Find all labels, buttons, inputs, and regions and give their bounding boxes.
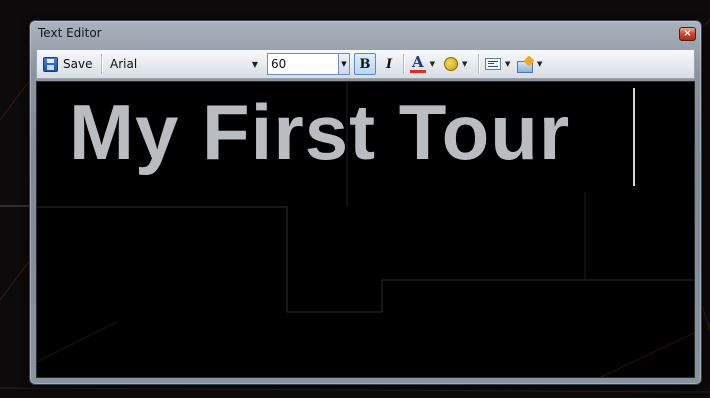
text-align-button[interactable]: ▼ (483, 53, 515, 75)
font-color-button[interactable]: A ▼ (408, 53, 442, 75)
chevron-down-icon: ▼ (505, 60, 511, 68)
text-editing-area[interactable]: My First Tour (36, 81, 695, 378)
highlight-color-icon (444, 57, 458, 71)
font-size-input[interactable]: 60 (267, 53, 339, 75)
formatting-toolbar: Save Arial ▼ 60 ▼ B I A ▼ ▼ ▼ ▼ (36, 49, 695, 79)
text-align-icon (485, 58, 501, 70)
text-effects-icon (517, 57, 533, 73)
chevron-down-icon: ▼ (429, 60, 436, 68)
save-label: Save (63, 57, 93, 71)
highlight-color-button[interactable]: ▼ (442, 53, 474, 75)
font-color-icon: A (410, 53, 426, 73)
font-family-value: Arial (110, 57, 138, 71)
text-editor-window: Text Editor × Save Arial ▼ 60 ▼ B I A ▼ … (29, 20, 702, 385)
font-size-dropdown-button[interactable]: ▼ (339, 53, 350, 75)
save-button[interactable]: Save (41, 53, 97, 75)
editor-text-content: My First Tour (69, 88, 571, 176)
text-effects-button[interactable]: ▼ (515, 53, 547, 75)
title-bar[interactable]: Text Editor × (30, 21, 701, 47)
chevron-down-icon: ▼ (537, 60, 543, 68)
floppy-disk-icon (43, 56, 58, 72)
chevron-down-icon: ▼ (462, 60, 468, 68)
close-icon: × (683, 28, 692, 39)
font-family-select[interactable]: Arial ▼ (106, 53, 261, 75)
italic-button[interactable]: I (379, 53, 399, 75)
font-size-select[interactable]: 60 ▼ (267, 53, 350, 75)
toolbar-separator (478, 54, 479, 74)
chevron-down-icon: ▼ (251, 60, 258, 69)
close-button[interactable]: × (679, 27, 696, 41)
chevron-down-icon: ▼ (341, 60, 347, 68)
toolbar-separator (101, 54, 102, 74)
bold-button[interactable]: B (354, 53, 376, 75)
text-caret (633, 88, 635, 186)
window-title: Text Editor (38, 26, 102, 40)
bold-icon: B (359, 56, 371, 72)
italic-icon: I (385, 56, 393, 72)
toolbar-separator (403, 54, 404, 74)
